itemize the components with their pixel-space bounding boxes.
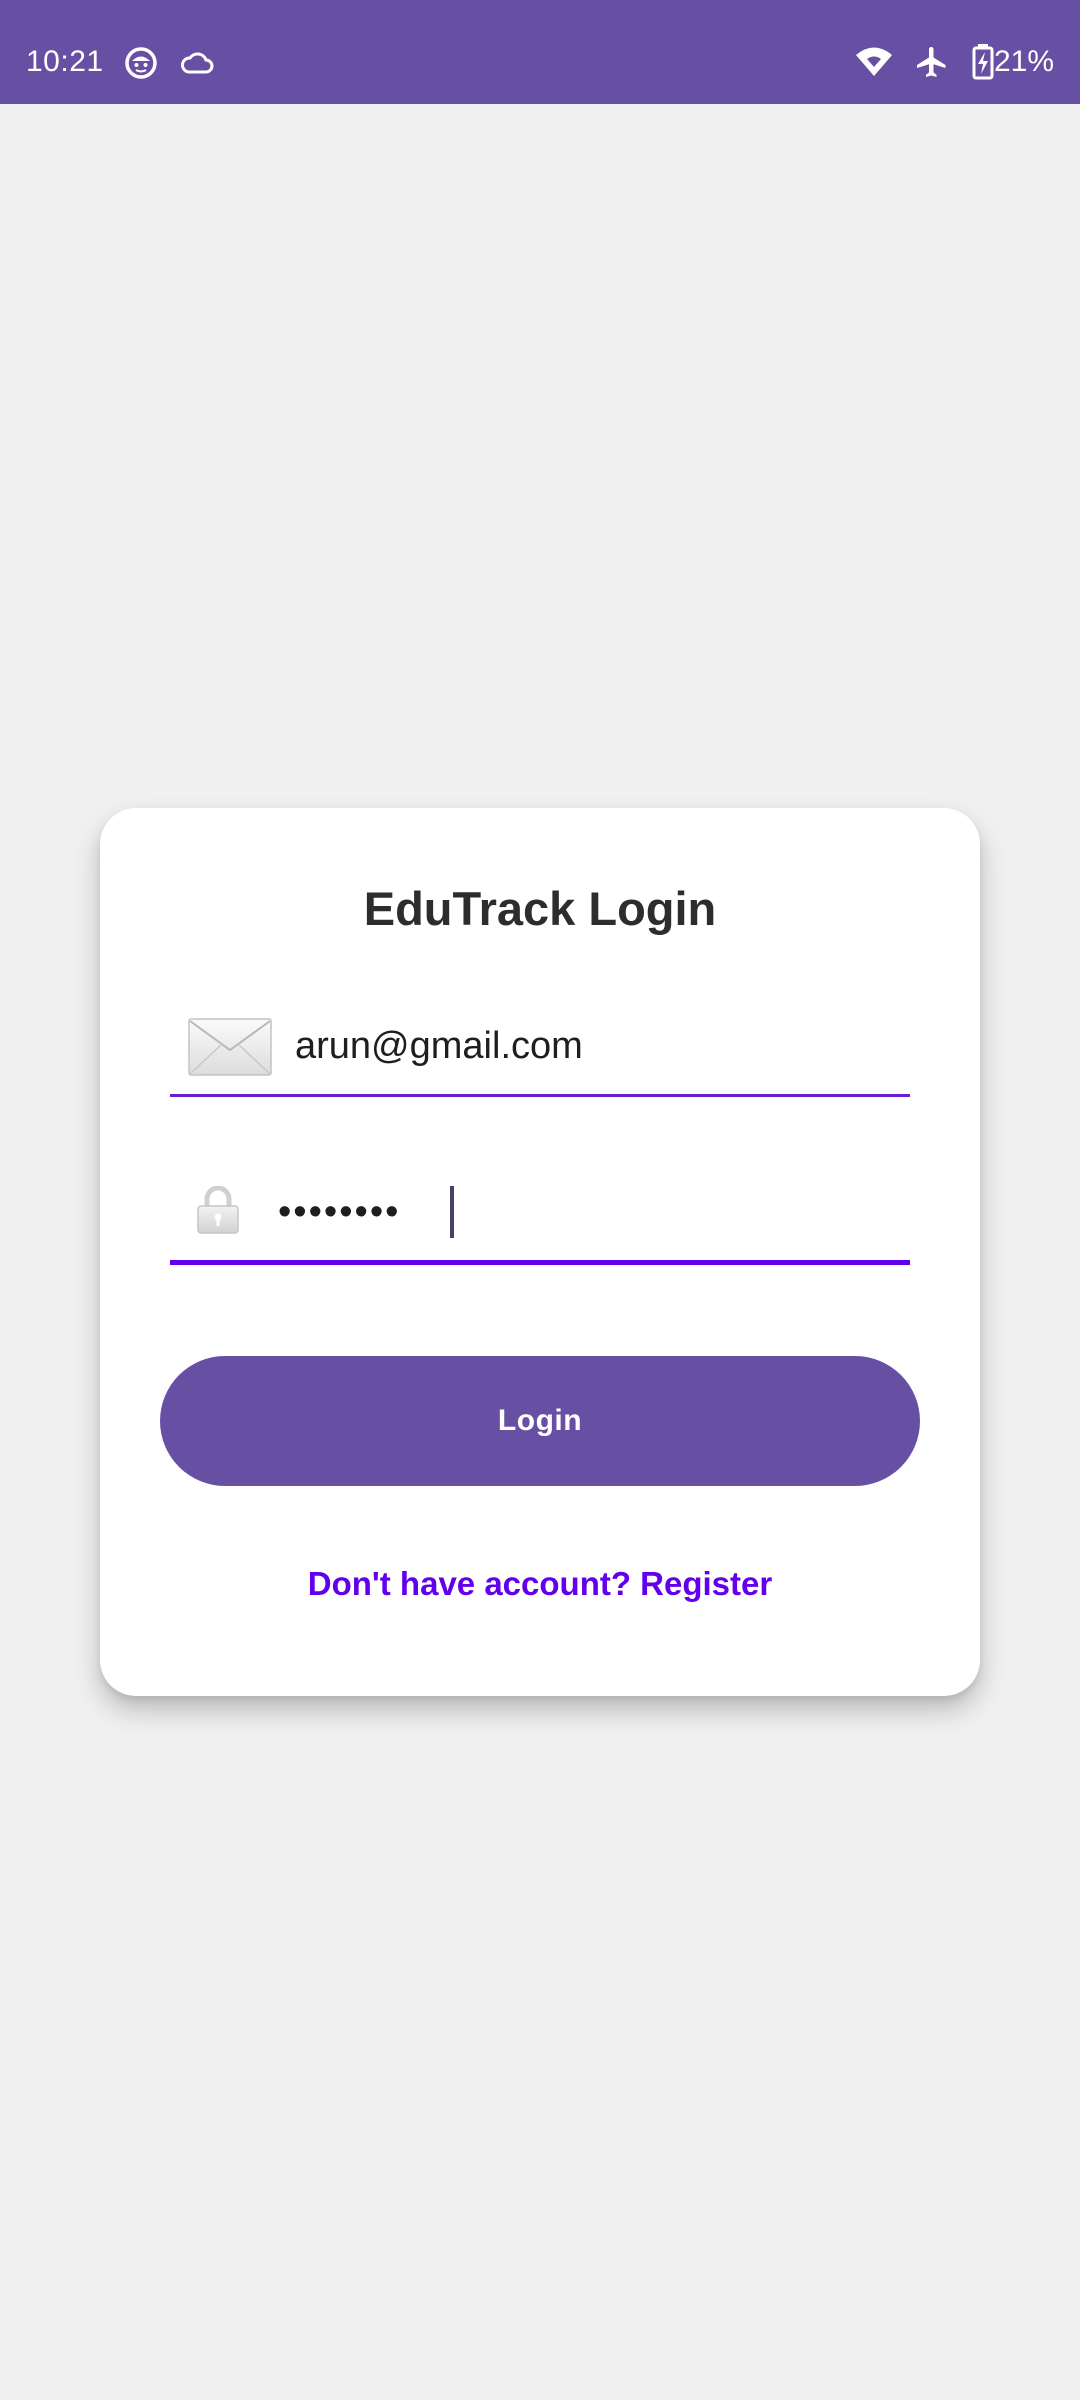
lock-icon (197, 1186, 239, 1234)
battery-charging-icon (972, 44, 994, 80)
envelope-icon (188, 1018, 272, 1076)
email-field[interactable] (170, 998, 910, 1097)
email-input[interactable] (295, 998, 895, 1094)
face-notification-icon (125, 47, 157, 79)
password-field[interactable] (170, 1164, 910, 1265)
login-button[interactable]: Login (160, 1356, 920, 1486)
battery-percentage: 21% (993, 45, 1054, 78)
login-title: EduTrack Login (363, 882, 717, 935)
register-link[interactable]: Don't have account? Register (100, 1554, 980, 1614)
status-bar: 10:21 21% (0, 0, 1080, 104)
login-card: EduTrack Login arun@gmail.com •••••••• L… (100, 808, 980, 1696)
password-input[interactable] (278, 1164, 878, 1260)
cloud-icon (181, 52, 214, 74)
wifi-icon (856, 47, 892, 76)
text-cursor (450, 1186, 454, 1238)
status-time: 10:21 (26, 45, 104, 78)
airplane-mode-icon (917, 47, 946, 77)
